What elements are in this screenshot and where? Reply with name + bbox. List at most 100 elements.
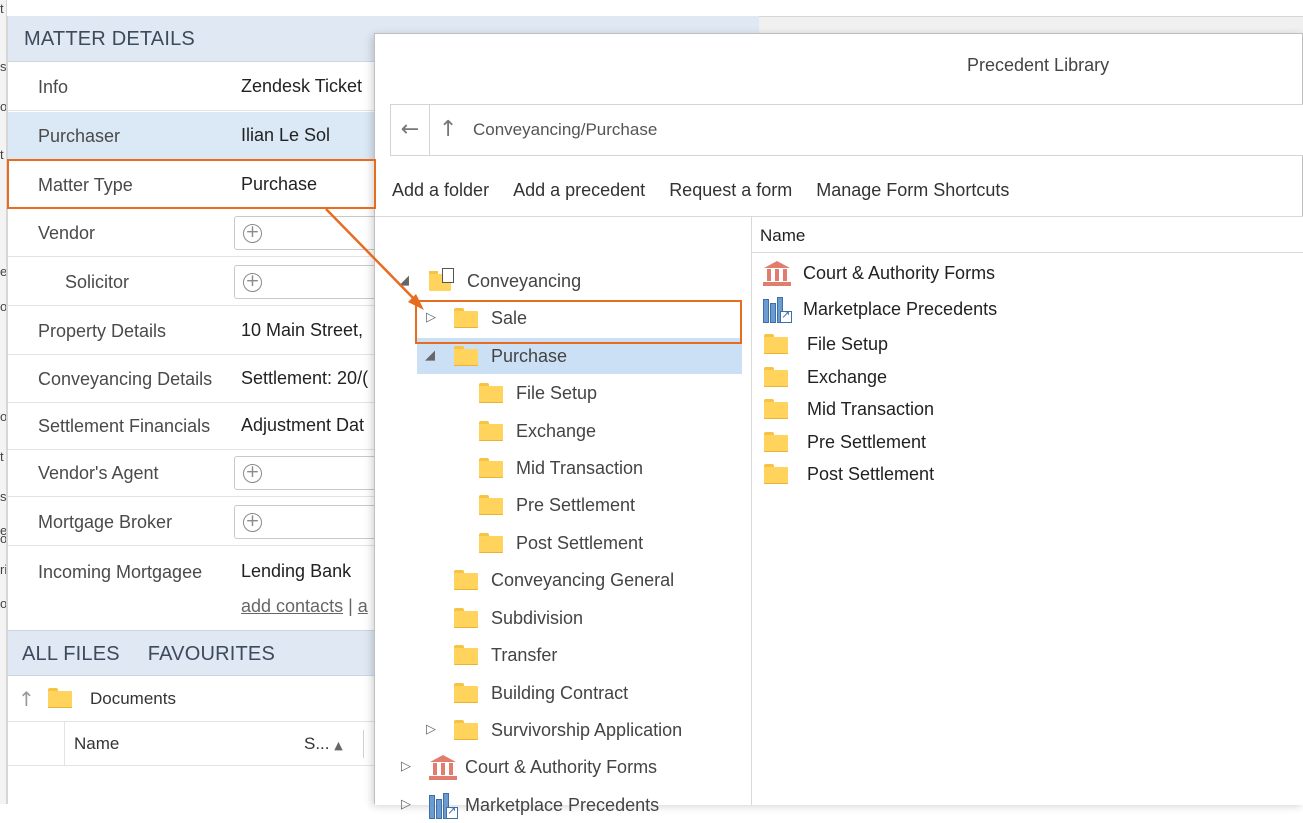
select-column[interactable]	[8, 722, 65, 766]
tree-item-label: Post Settlement	[516, 533, 644, 553]
detail-value[interactable]: Ilian Le Sol	[241, 112, 330, 158]
add-vendors-agent-field[interactable]: +	[234, 456, 394, 490]
tree-item-post-settlement[interactable]: Post Settlement	[375, 525, 752, 561]
tree-item-file-setup[interactable]: File Setup	[375, 375, 752, 411]
background-right-panel	[758, 16, 1303, 34]
add-solicitor-field[interactable]: +	[234, 265, 394, 299]
detail-label: Incoming Mortgagee	[38, 562, 203, 582]
folder-icon	[764, 334, 788, 354]
expand-triangle-icon[interactable]: ▷	[426, 712, 436, 748]
detail-label: Vendor's Agent	[38, 463, 159, 483]
add-vendor-field[interactable]: +	[234, 216, 394, 250]
tree-item-subdivision[interactable]: Subdivision	[375, 600, 752, 636]
list-item-marketplace-precedents[interactable]: Marketplace Precedents	[752, 293, 1303, 326]
list-item-label: Exchange	[807, 367, 888, 387]
tree-item-marketplace-precedents[interactable]: ▷ Marketplace Precedents	[375, 787, 752, 823]
add-circle-icon[interactable]: +	[243, 464, 262, 483]
tree-item-mid-transaction[interactable]: Mid Transaction	[375, 450, 752, 486]
folder-icon	[479, 533, 503, 553]
up-arrow-icon[interactable]: ↑	[439, 105, 457, 155]
court-icon	[762, 259, 792, 287]
tab-favourites[interactable]: FAVOURITES	[148, 631, 275, 675]
add-precedent-button[interactable]: Add a precedent	[513, 180, 645, 201]
detail-value[interactable]: Adjustment Dat	[241, 402, 364, 448]
tree-item-building-contract[interactable]: Building Contract	[375, 675, 752, 711]
dialog-title: Precedent Library	[967, 55, 1110, 75]
detail-value[interactable]: 10 Main Street,	[241, 307, 363, 353]
detail-label: Property Details	[38, 321, 167, 341]
tree-item-survivorship-application[interactable]: ▷ Survivorship Application	[375, 712, 752, 748]
list-item-court-authority-forms[interactable]: Court & Authority Forms	[752, 257, 1303, 290]
edge-glyph: o	[0, 409, 7, 424]
request-form-button[interactable]: Request a form	[669, 180, 792, 201]
column-size[interactable]: S... ▲	[304, 722, 343, 768]
back-arrow-icon[interactable]: ←	[391, 105, 430, 155]
current-folder-label[interactable]: Documents	[90, 676, 176, 722]
detail-value[interactable]: Zendesk Ticket	[241, 63, 362, 109]
expand-triangle-icon[interactable]: ▷	[401, 749, 411, 785]
current-path[interactable]: Conveyancing/Purchase	[473, 105, 657, 155]
tab-all-files[interactable]: ALL FILES	[22, 631, 120, 675]
expand-triangle-icon[interactable]: ▷	[401, 787, 411, 823]
folder-icon	[764, 399, 788, 419]
folder-icon	[479, 458, 503, 478]
tree-item-court-authority-forms[interactable]: ▷ Court & Authority Forms	[375, 749, 752, 785]
truncated-link[interactable]: a	[358, 596, 368, 616]
edge-glyph: s	[0, 489, 7, 504]
detail-label: Purchaser	[38, 126, 121, 146]
manage-form-shortcuts-button[interactable]: Manage Form Shortcuts	[816, 180, 1009, 201]
add-mortgage-broker-field[interactable]: +	[234, 505, 394, 539]
collapse-triangle-icon[interactable]: ◢	[399, 263, 409, 299]
edge-glyph: t	[0, 449, 4, 464]
column-name[interactable]: Name	[74, 722, 119, 766]
edge-glyph: ri	[0, 562, 7, 577]
tree-item-label: Exchange	[516, 421, 597, 441]
detail-label: Solicitor	[65, 272, 130, 292]
detail-value[interactable]: Settlement: 20/(	[241, 355, 368, 401]
tree-item-exchange[interactable]: Exchange	[375, 413, 752, 449]
list-item-file-setup[interactable]: File Setup	[752, 328, 1303, 361]
list-item-mid-transaction[interactable]: Mid Transaction	[752, 393, 1303, 426]
add-circle-icon[interactable]: +	[243, 224, 262, 243]
folder-icon	[454, 608, 478, 628]
folder-icon	[48, 688, 72, 708]
edge-glyph: o	[0, 99, 7, 114]
tree-item-label: Mid Transaction	[516, 458, 644, 478]
column-name[interactable]: Name	[752, 217, 1303, 253]
tree-item-conveyancing[interactable]: ◢ Conveyancing	[375, 263, 752, 299]
folder-icon	[454, 645, 478, 665]
tree-item-label: Court & Authority Forms	[465, 757, 658, 777]
tree-item-conveyancing-general[interactable]: Conveyancing General	[375, 562, 752, 598]
list-item-exchange[interactable]: Exchange	[752, 361, 1303, 394]
add-folder-button[interactable]: Add a folder	[392, 180, 489, 201]
tree-item-pre-settlement[interactable]: Pre Settlement	[375, 487, 752, 523]
tree-item-transfer[interactable]: Transfer	[375, 637, 752, 673]
marketplace-icon	[428, 791, 458, 819]
add-circle-icon[interactable]: +	[243, 273, 262, 292]
column-size-label: S...	[304, 734, 330, 753]
tree-item-label: Survivorship Application	[491, 720, 683, 740]
up-arrow-icon[interactable]: ↑	[18, 687, 35, 711]
list-item-label: Mid Transaction	[807, 399, 935, 419]
folder-icon	[764, 432, 788, 452]
highlight-box-purchase-folder	[415, 300, 742, 344]
court-icon	[428, 753, 458, 781]
add-circle-icon[interactable]: +	[243, 513, 262, 532]
column-divider[interactable]	[363, 730, 364, 758]
tree-item-label: File Setup	[516, 383, 598, 403]
folder-doc-icon	[429, 268, 457, 292]
list-item-label: Marketplace Precedents	[803, 299, 998, 319]
folder-icon	[479, 421, 503, 441]
add-contacts-link[interactable]: add contacts	[241, 596, 343, 616]
list-item-pre-settlement[interactable]: Pre Settlement	[752, 426, 1303, 459]
edge-glyph: o	[0, 596, 7, 611]
precedent-list: Name Court & Authority Forms Marketplace…	[752, 217, 1303, 805]
edge-glyph: o	[0, 531, 7, 546]
tree-item-label: Subdivision	[491, 608, 584, 628]
folder-icon	[479, 383, 503, 403]
list-item-post-settlement[interactable]: Post Settlement	[752, 458, 1303, 491]
link-separator: |	[348, 596, 353, 616]
add-contacts-line: add contacts | a	[241, 596, 368, 617]
detail-value[interactable]: Lending Bank	[241, 548, 351, 594]
detail-label: Settlement Financials	[38, 416, 211, 436]
